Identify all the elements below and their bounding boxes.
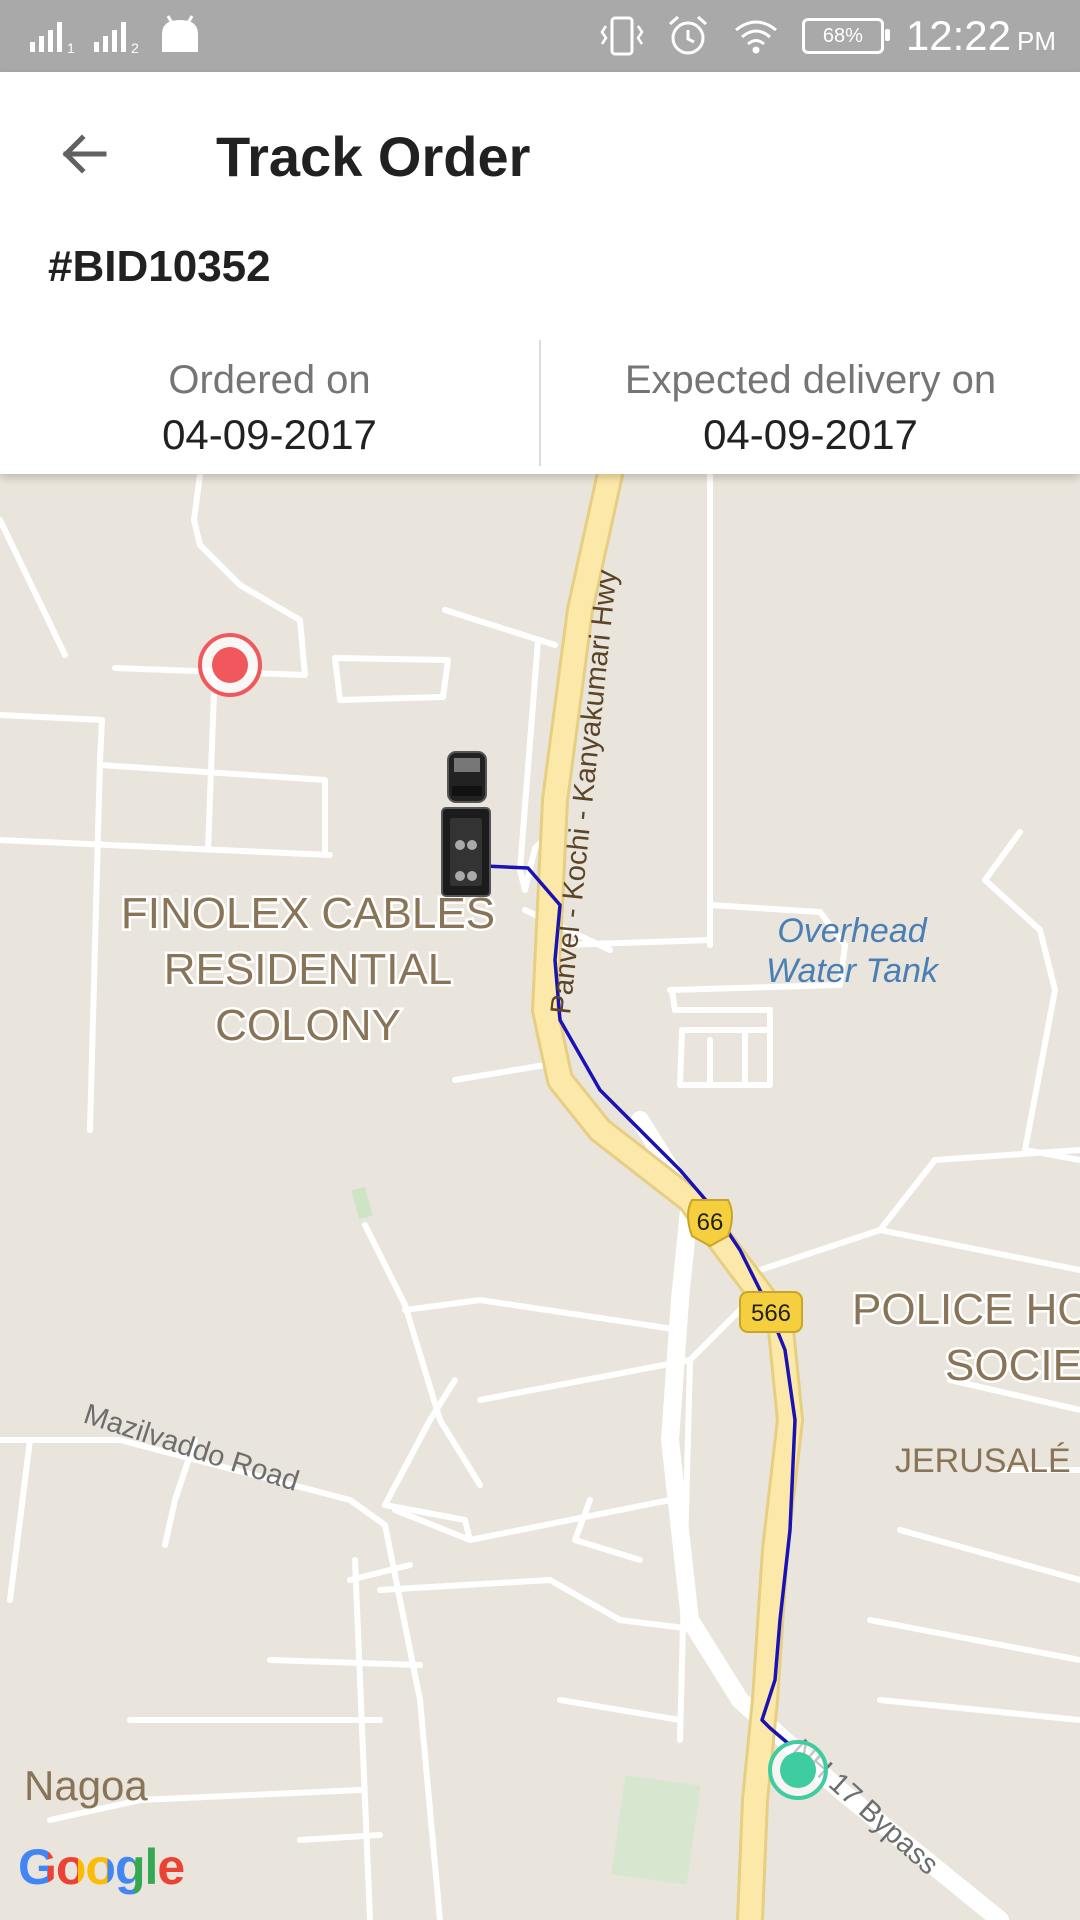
battery-icon: 68% [801,18,890,54]
android-icon [162,15,198,52]
ordered-on-label: Ordered on [168,358,371,402]
page-title: Track Order [216,125,531,188]
ordered-on-block: Ordered on 04-09-2017 [0,334,539,474]
nagoa-label: Nagoa [24,1762,148,1809]
clock-time: 12:22 [905,12,1011,59]
origin-marker[interactable] [768,1740,828,1800]
colony-label-line1: FINOLEX CABLES [121,889,495,938]
status-bar: 1 2 68% 12:22 PM [0,0,1080,72]
order-header: Track Order #BID10352 Ordered on 04-09-2… [0,72,1080,474]
jerusalem-label: JERUSALÉ [895,1442,1071,1480]
shield-566: 566 [739,1291,803,1333]
police-line1: POLICE HO [852,1285,1080,1334]
ordered-on-date: 04-09-2017 [162,411,377,458]
order-id: #BID10352 [48,242,271,291]
water-tank-line1: Overhead [777,912,927,950]
wifi-icon [734,20,777,54]
map-view[interactable]: 66 566 Panvel - Kochi - Kanyakumari Hwy … [0,474,1080,1920]
google-attribution: Google [18,1838,185,1896]
signal-icon: 1 [30,22,75,54]
truck-icon[interactable] [441,751,491,897]
battery-level: 68% [822,24,863,47]
clock: 12:22 PM [906,12,1056,60]
colony-label-line3: COLONY [215,1001,401,1050]
order-dates: Ordered on 04-09-2017 Expected delivery … [0,334,1080,474]
sim2-label: 2 [131,40,139,54]
expected-delivery-block: Expected delivery on 04-09-2017 [541,334,1080,474]
arrow-left-icon [62,134,107,174]
sim1-label: 1 [67,40,75,54]
shield-66-label: 66 [697,1209,724,1236]
expected-delivery-date: 04-09-2017 [703,411,918,458]
water-tank-line2: Water Tank [766,952,940,990]
shield-566-label: 566 [751,1300,791,1327]
signal-icon: 2 [94,22,139,54]
alarm-icon [668,15,707,55]
expected-delivery-label: Expected delivery on [624,358,997,402]
google-logo-text: Google [18,1839,185,1895]
police-line2: SOCIET [945,1341,1080,1390]
back-button[interactable] [48,118,120,190]
destination-marker[interactable] [198,633,262,697]
colony-label-line2: RESIDENTIAL [164,945,453,994]
vibrate-icon [600,16,644,56]
clock-ampm: PM [1017,26,1056,56]
park-patch [611,1775,701,1885]
